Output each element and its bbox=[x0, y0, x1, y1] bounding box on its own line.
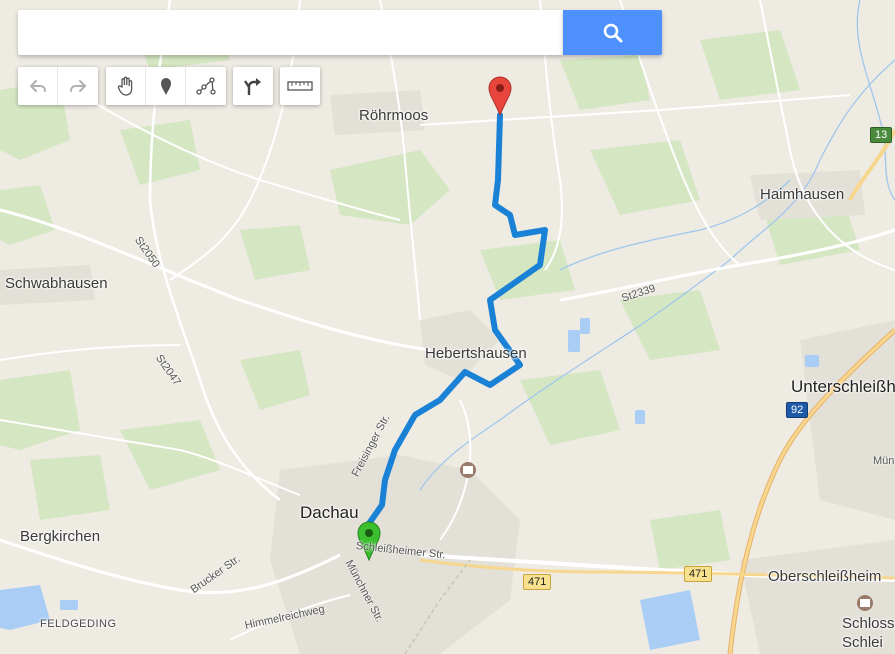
place-schloss: Schloss bbox=[842, 615, 895, 632]
place-schleissheim-partial: Schlei bbox=[842, 634, 883, 651]
castle-icon bbox=[857, 595, 873, 611]
place-bergkirchen: Bergkirchen bbox=[20, 528, 101, 545]
castle-icon bbox=[460, 462, 476, 478]
place-dachau: Dachau bbox=[300, 503, 359, 522]
place-oberschleissheim: Oberschleißheim bbox=[768, 568, 882, 585]
route-icon bbox=[244, 78, 261, 95]
draw-line-icon bbox=[196, 77, 216, 95]
place-hebertshausen: Hebertshausen bbox=[425, 345, 527, 362]
measure-toolbar bbox=[280, 67, 320, 105]
draw-line-button[interactable] bbox=[186, 67, 226, 105]
place-feldgeding: FELDGEDING bbox=[40, 618, 117, 630]
road-shield-471-east: 471 bbox=[684, 566, 713, 582]
road-label-muenchen: Mün bbox=[873, 455, 895, 467]
add-directions-button[interactable] bbox=[233, 67, 273, 105]
place-unterschleissheim: Unterschleißh bbox=[791, 377, 895, 396]
marker-icon bbox=[160, 78, 171, 95]
redo-button[interactable] bbox=[58, 67, 98, 105]
pan-button[interactable] bbox=[106, 67, 146, 105]
place-schwabhausen: Schwabhausen bbox=[5, 275, 108, 292]
ruler-icon bbox=[287, 81, 313, 91]
road-shield-92: 92 bbox=[786, 402, 809, 418]
measure-distance-button[interactable] bbox=[280, 67, 320, 105]
road-shield-471-west: 471 bbox=[523, 574, 552, 590]
search-icon bbox=[603, 23, 622, 42]
undo-button[interactable] bbox=[18, 67, 58, 105]
add-marker-button[interactable] bbox=[146, 67, 186, 105]
search-button[interactable] bbox=[563, 10, 662, 55]
undo-icon bbox=[29, 80, 46, 92]
hand-icon bbox=[117, 76, 132, 96]
directions-toolbar bbox=[233, 67, 273, 105]
search-input[interactable] bbox=[18, 10, 563, 55]
redo-icon bbox=[70, 80, 87, 92]
drawing-toolbar bbox=[106, 67, 226, 105]
place-roehrmoos: Röhrmoos bbox=[359, 107, 429, 124]
road-shield-13: 13 bbox=[870, 127, 893, 143]
place-haimhausen: Haimhausen bbox=[760, 186, 845, 203]
history-toolbar bbox=[18, 67, 98, 105]
